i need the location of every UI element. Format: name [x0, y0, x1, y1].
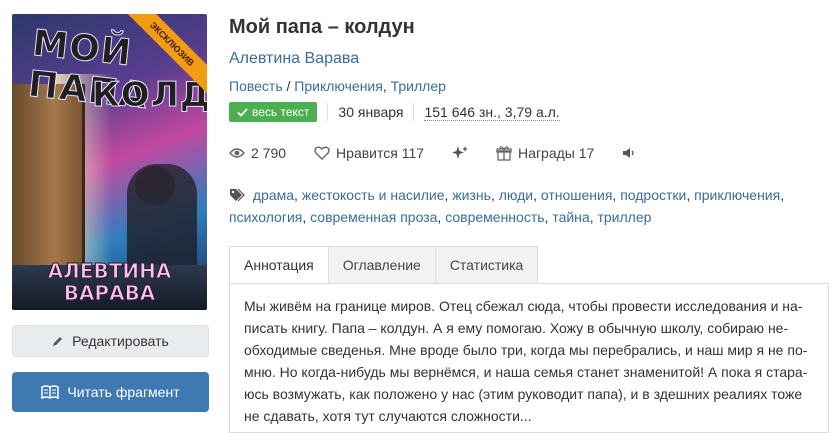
read-fragment-label: Читать фрагмент	[67, 384, 180, 400]
tag-link[interactable]: жизнь	[452, 187, 491, 203]
tag-link[interactable]: приключения	[694, 187, 780, 203]
author-link[interactable]: Алевтина Варава	[229, 50, 359, 68]
tag-link[interactable]: тайна	[552, 209, 589, 225]
full-text-badge-label: весь текст	[252, 105, 310, 119]
eye-icon	[229, 148, 245, 158]
sparkles-icon	[452, 146, 469, 159]
views-stat: 2 790	[229, 145, 286, 161]
divider	[413, 103, 415, 121]
likes-label: Нравится 117	[336, 145, 425, 161]
tab-statistics[interactable]: Статистика	[435, 246, 539, 284]
genre-comma: ,	[382, 78, 391, 94]
tag-link[interactable]: жестокость и насилие	[302, 187, 445, 203]
genre-link-adventure[interactable]: Приключения	[294, 78, 383, 94]
check-icon	[237, 107, 248, 117]
tab-contents[interactable]: Оглавление	[328, 246, 436, 284]
views-count: 2 790	[251, 145, 287, 161]
genre-link-thriller[interactable]: Триллер	[391, 78, 446, 94]
text-size: 151 646 зн., 3,79 а.л.	[424, 103, 560, 121]
annotation-text: Мы живём на границе миров. Отец сбежал с…	[229, 283, 829, 433]
tag-icon	[230, 188, 245, 202]
divider	[327, 103, 329, 121]
form-link[interactable]: Повесть	[229, 78, 283, 94]
awards-label: Награды 17	[518, 145, 595, 161]
tag-link[interactable]: современность	[445, 209, 544, 225]
awards-button[interactable]: Награды 17	[496, 145, 594, 161]
cover-title-line2: КОЛДУН	[92, 75, 208, 115]
tag-link[interactable]: триллер	[597, 209, 651, 225]
pencil-icon	[53, 337, 63, 346]
cover-author: АЛЕВТИНА ВАРАВА	[12, 259, 207, 305]
like-button[interactable]: Нравится 117	[314, 145, 424, 161]
sparkles-button[interactable]	[452, 145, 469, 161]
audio-button[interactable]	[622, 147, 636, 159]
book-cover[interactable]: МОЙ ПАПА КОЛДУН АЛЕВТИНА ВАРАВА ЭКСКЛЮЗИ…	[12, 14, 207, 310]
genre-line: Повесть / Приключения, Триллер	[229, 78, 446, 94]
edit-button-label: Редактировать	[72, 333, 169, 349]
tag-link[interactable]: люди	[499, 187, 533, 203]
genre-separator: /	[282, 78, 295, 94]
tag-link[interactable]: отношения	[541, 187, 613, 203]
speaker-icon	[623, 148, 634, 158]
edit-button[interactable]: Редактировать	[12, 325, 209, 357]
tab-bar: Аннотация Оглавление Статистика	[229, 246, 539, 284]
tag-link[interactable]: подростки	[620, 187, 686, 203]
book-title: Мой папа – колдун	[229, 16, 415, 38]
heart-icon	[314, 146, 330, 160]
tag-link[interactable]: современная проза	[310, 209, 437, 225]
cover-author-line2: ВАРАВА	[63, 281, 156, 305]
stats-row: 2 790 Нравится 117 Награды 17	[229, 145, 664, 161]
full-text-badge: весь текст	[229, 102, 318, 122]
cover-author-line1: АЛЕВТИНА	[47, 259, 172, 283]
gift-icon	[496, 146, 512, 161]
read-fragment-button[interactable]: Читать фрагмент	[12, 372, 209, 412]
tab-annotation[interactable]: Аннотация	[229, 246, 329, 284]
tag-link[interactable]: психология	[229, 209, 302, 225]
publish-date: 30 января	[338, 104, 404, 120]
meta-row: весь текст 30 января 151 646 зн., 3,79 а…	[229, 101, 560, 123]
book-open-icon	[41, 385, 60, 399]
tag-link[interactable]: драма	[253, 187, 294, 203]
tags-list: драма, жестокость и насилие, жизнь, люди…	[229, 187, 785, 225]
